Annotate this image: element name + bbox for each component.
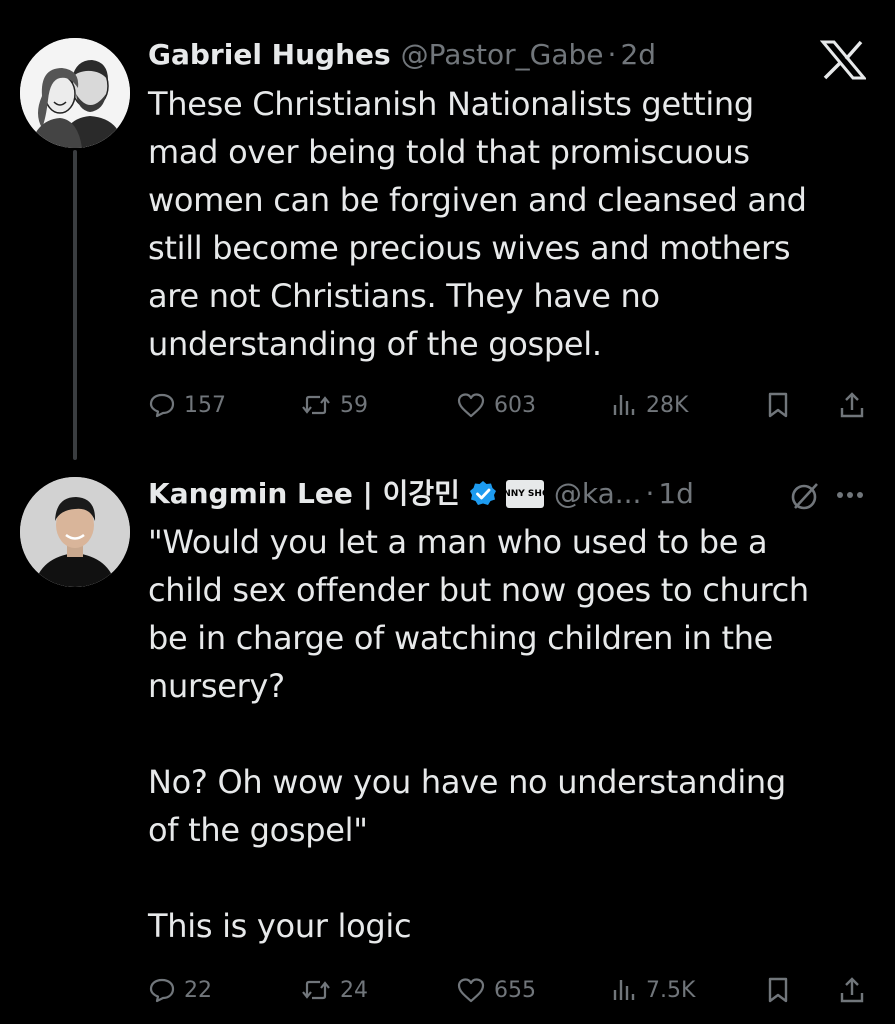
tweet-text: "Would you let a man who used to be a ch… [148,523,809,945]
reply-icon [149,393,175,418]
views-icon [613,395,635,415]
grok-icon[interactable] [787,478,823,514]
heart-icon [457,393,485,418]
thread-connector-line [73,150,77,460]
tweet-timestamp[interactable]: 1d [658,477,694,511]
reply-count: 157 [184,392,226,418]
like-button[interactable]: 655 [456,970,536,1010]
repost-icon [302,395,330,415]
avatar-kangmin-lee[interactable] [20,477,130,587]
repost-count: 59 [340,392,368,418]
reply-count: 22 [184,977,212,1003]
heart-icon [457,978,485,1003]
tweet-timestamp[interactable]: 2d [620,38,656,72]
share-button[interactable] [838,385,866,425]
reply-icon [149,978,175,1003]
tweet-text: These Christianish Nationalists getting … [148,85,807,363]
author-handle[interactable]: @Pastor_Gabe [401,38,604,72]
separator-dot: · [645,477,655,510]
verified-badge-icon [469,481,496,505]
reply-button[interactable]: 22 [148,970,212,1010]
views-icon [613,980,635,1000]
like-button[interactable]: 603 [456,385,536,425]
author-name[interactable]: Kangmin Lee | 이강민 [148,477,460,511]
share-icon [840,392,864,418]
separator-dot: · [607,38,617,71]
tweet-actions: 157 59 603 28K [148,385,868,425]
views-count: 7.5K [646,977,696,1003]
share-icon [840,977,864,1003]
repost-count: 24 [340,977,368,1003]
bookmark-icon [768,392,788,418]
tweet-header: Kangmin Lee | 이강민 BENNY SHOW @ka... · 1d [148,477,694,511]
views-button[interactable]: 7.5K [610,970,695,1010]
bookmark-button[interactable] [764,385,792,425]
author-name[interactable]: Gabriel Hughes [148,38,391,72]
repost-button[interactable]: 24 [300,970,368,1010]
affiliate-badge[interactable]: BENNY SHOW [505,480,544,508]
reply-button[interactable]: 157 [148,385,226,425]
share-button[interactable] [838,970,866,1010]
avatar-gabriel-hughes[interactable] [20,38,130,148]
x-logo-icon[interactable] [820,40,866,80]
bookmark-icon [768,977,788,1003]
tweet-actions: 22 24 655 7.5K [148,970,868,1010]
bookmark-button[interactable] [764,970,792,1010]
repost-button[interactable]: 59 [300,385,368,425]
views-count: 28K [646,392,689,418]
like-count: 603 [494,392,536,418]
views-button[interactable]: 28K [610,385,688,425]
more-icon[interactable] [830,478,870,512]
tweet-header: Gabriel Hughes @Pastor_Gabe · 2d [148,38,656,72]
author-handle[interactable]: @ka... [554,477,642,511]
like-count: 655 [494,977,536,1003]
repost-icon [302,980,330,1000]
